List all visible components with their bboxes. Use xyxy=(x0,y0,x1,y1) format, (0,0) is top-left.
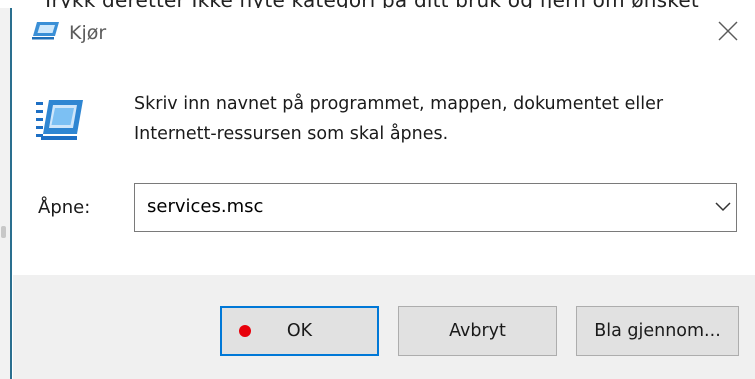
run-icon xyxy=(32,22,59,40)
browse-label: Bla gjennom... xyxy=(594,321,721,341)
document-accent-line xyxy=(10,8,12,379)
close-button[interactable] xyxy=(699,8,755,54)
run-dialog: Kjør Skriv inn navnet på programmet, map… xyxy=(13,8,755,379)
cropped-document-line: Trykk deretter Ikke nyte kategori på dit… xyxy=(42,0,699,8)
open-combobox[interactable]: services.msc xyxy=(134,183,737,232)
cancel-label: Avbryt xyxy=(449,321,506,341)
window-title: Kjør xyxy=(69,22,107,44)
document-left-edge xyxy=(0,8,12,379)
dialog-content: Skriv inn navnet på programmet, mappen, … xyxy=(13,60,755,275)
background-document-text: Trykk deretter Ikke nyte kategori på dit… xyxy=(0,0,755,8)
ok-button[interactable]: OK xyxy=(220,306,379,356)
run-program-icon xyxy=(36,100,83,140)
title-bar[interactable]: Kjør xyxy=(13,8,755,60)
dialog-description: Skriv inn navnet på programmet, mappen, … xyxy=(134,94,664,144)
cancel-button[interactable]: Avbryt xyxy=(398,306,557,356)
open-input[interactable]: services.msc xyxy=(147,196,263,217)
stray-mark xyxy=(1,226,6,238)
browse-button[interactable]: Bla gjennom... xyxy=(576,306,739,356)
ok-label: OK xyxy=(286,321,313,341)
chevron-down-icon[interactable] xyxy=(715,202,731,212)
open-label: Åpne: xyxy=(38,197,91,218)
close-icon xyxy=(718,21,738,41)
red-marker-dot xyxy=(239,325,251,337)
